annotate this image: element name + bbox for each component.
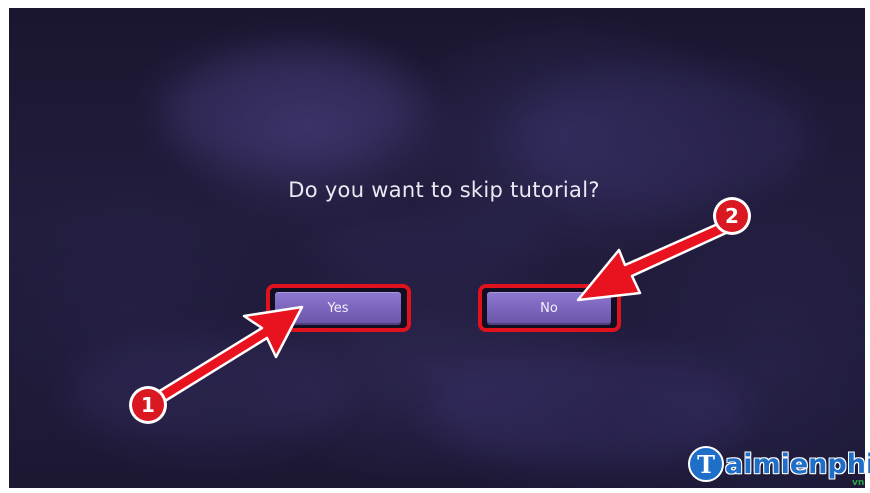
annotation-overlay: 1 2	[129, 197, 751, 424]
marker-2-label: 2	[725, 204, 739, 228]
watermark-text: aimienphi	[725, 448, 870, 480]
watermark-suffix: vn	[852, 478, 865, 488]
watermark-mark-icon: T	[688, 446, 724, 482]
marker-1-badge: 1	[129, 386, 167, 424]
watermark-logo: T aimienphi	[688, 444, 870, 484]
marker-2-badge: 2	[713, 197, 751, 235]
marker-1-label: 1	[141, 393, 155, 417]
screenshot-frame: Do you want to skip tutorial? Yes No 1 2…	[0, 0, 870, 493]
arrow-1-icon	[156, 305, 304, 403]
arrow-2-icon	[576, 221, 728, 302]
